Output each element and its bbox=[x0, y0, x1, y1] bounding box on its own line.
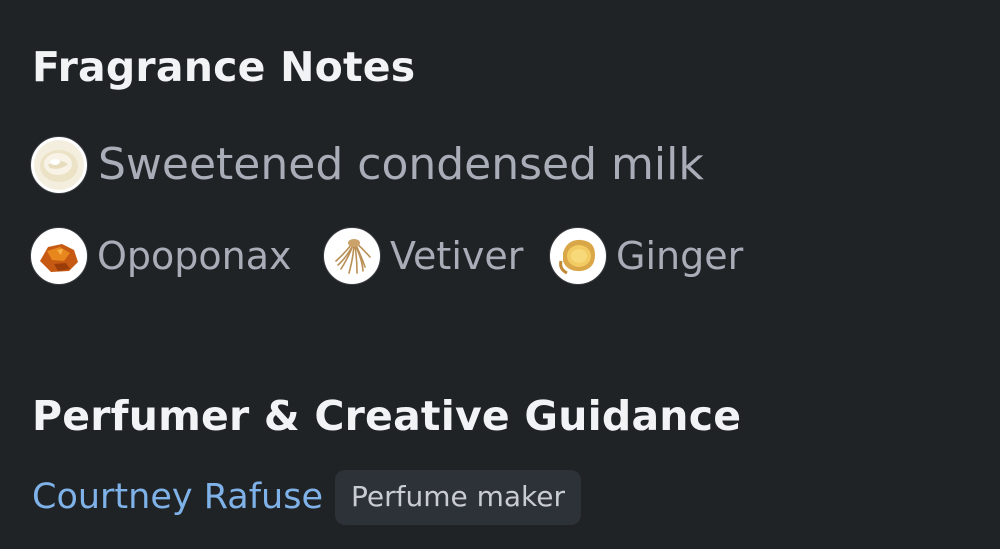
role-badge: Perfume maker bbox=[334, 470, 582, 525]
note-label: Vetiver bbox=[390, 234, 524, 278]
note-opoponax[interactable]: Opoponax bbox=[31, 228, 292, 284]
ginger-root-icon bbox=[550, 228, 606, 284]
fragrance-notes-heading: Fragrance Notes bbox=[32, 43, 416, 91]
note-label: Ginger bbox=[616, 234, 744, 278]
condensed-milk-icon bbox=[31, 137, 87, 193]
perfumer-heading: Perfumer & Creative Guidance bbox=[32, 392, 742, 440]
note-sweetened-condensed-milk[interactable]: Sweetened condensed milk bbox=[31, 137, 704, 193]
opoponax-resin-icon bbox=[31, 228, 87, 284]
note-label: Opoponax bbox=[97, 234, 292, 278]
note-label: Sweetened condensed milk bbox=[98, 139, 704, 190]
vetiver-root-icon bbox=[324, 228, 380, 284]
perfumer-name-link[interactable]: Courtney Rafuse bbox=[32, 480, 323, 515]
note-vetiver[interactable]: Vetiver bbox=[324, 228, 523, 284]
perfumer-row: Courtney Rafuse Perfume maker bbox=[32, 470, 582, 525]
note-ginger[interactable]: Ginger bbox=[550, 228, 743, 284]
